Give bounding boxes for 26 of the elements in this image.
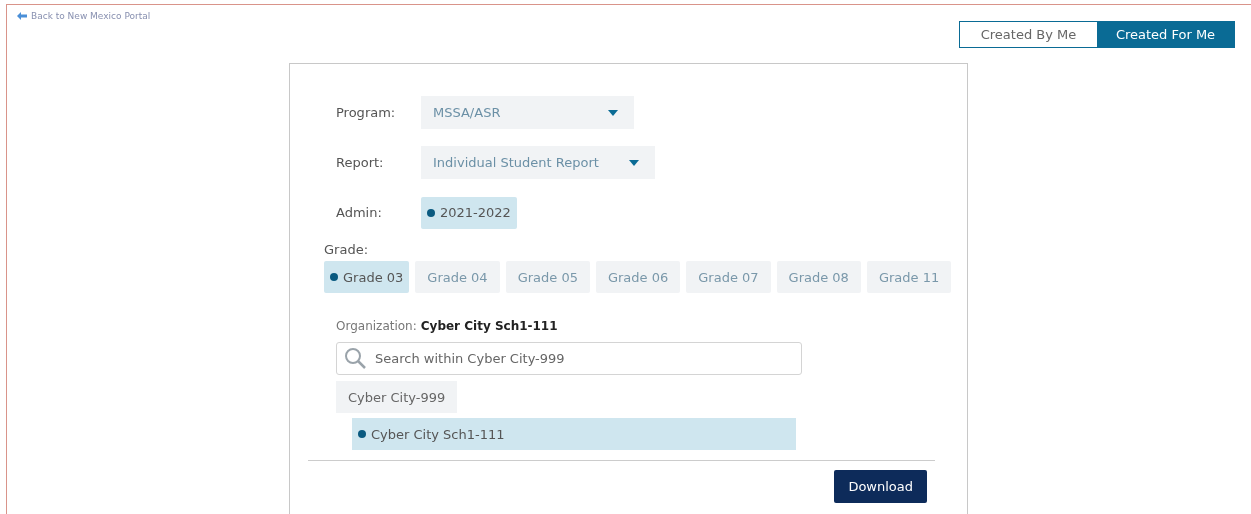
admin-option[interactable]: 2021-2022 bbox=[421, 196, 517, 229]
grade-option[interactable]: Grade 05 bbox=[505, 261, 590, 293]
grade-option[interactable]: Grade 08 bbox=[776, 261, 861, 293]
field-label: Organization: bbox=[336, 319, 417, 333]
download-button[interactable]: Download bbox=[834, 470, 927, 503]
field-label: Admin: bbox=[336, 205, 383, 220]
caret-icon bbox=[628, 159, 639, 166]
grade-option[interactable]: Grade 11 bbox=[866, 261, 952, 293]
grade-option[interactable]: Grade 06 bbox=[595, 261, 681, 293]
grade-option[interactable]: Grade 07 bbox=[686, 261, 771, 293]
program-dropdown[interactable]: MSSA/ASR bbox=[421, 96, 634, 129]
back-link[interactable]: Back to New Mexico Portal bbox=[17, 11, 151, 21]
field-label: Grade: bbox=[324, 242, 369, 257]
grade-option[interactable]: Grade 04 bbox=[415, 261, 500, 293]
organization-value: Cyber City Sch1-111 bbox=[420, 319, 558, 333]
report-dropdown[interactable]: Individual Student Report bbox=[421, 146, 655, 179]
field-label: Program: bbox=[336, 105, 397, 120]
organization-item[interactable]: Cyber City Sch1-111 bbox=[352, 418, 796, 450]
organization-item[interactable]: Cyber City-999 bbox=[336, 381, 458, 413]
field-label: Report: bbox=[336, 155, 385, 170]
search-icon bbox=[344, 347, 366, 369]
grade-option[interactable]: Grade 03 bbox=[324, 261, 410, 293]
view-tab[interactable]: Created For Me bbox=[1097, 22, 1234, 47]
arrow-left-icon bbox=[17, 12, 27, 20]
search-field[interactable]: Search within Cyber City-999 bbox=[336, 342, 802, 375]
caret-icon bbox=[608, 109, 618, 116]
